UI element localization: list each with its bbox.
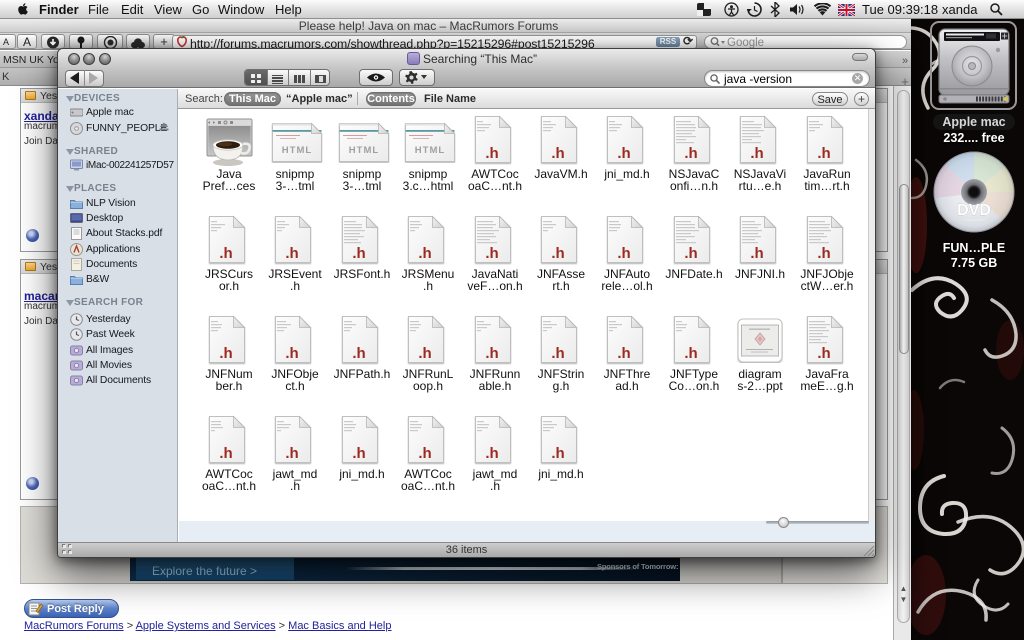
svg-text:.h: .h [817,145,830,162]
svg-text:.h: .h [617,245,630,262]
svg-text:.h: .h [418,345,431,362]
svg-text:.h: .h [617,145,630,162]
svg-text:.h: .h [485,245,498,262]
svg-text:.h: .h [551,145,564,162]
svg-text:.h: .h [219,345,232,362]
svg-text:.h: .h [684,145,697,162]
svg-text:.h: .h [285,345,298,362]
svg-text:HTML: HTML [282,145,312,156]
svg-text:.h: .h [817,245,830,262]
svg-text:.h: .h [485,445,498,462]
svg-text:DVD: DVD [957,202,991,219]
svg-text:.h: .h [617,345,630,362]
svg-text:.h: .h [285,245,298,262]
svg-text:.h: .h [750,245,763,262]
svg-text:HTML: HTML [415,145,445,156]
svg-text:HTML: HTML [349,145,379,156]
svg-text:.h: .h [551,245,564,262]
svg-text:.h: .h [551,345,564,362]
svg-text:.h: .h [684,345,697,362]
svg-text:.h: .h [418,445,431,462]
svg-text:.h: .h [285,445,298,462]
svg-text:.h: .h [485,145,498,162]
svg-text:.h: .h [418,245,431,262]
svg-text:.h: .h [551,445,564,462]
svg-text:.h: .h [352,345,365,362]
svg-text:.h: .h [485,345,498,362]
svg-text:.h: .h [750,145,763,162]
svg-text:.h: .h [219,445,232,462]
svg-text:.h: .h [817,345,830,362]
svg-text:.h: .h [684,245,697,262]
svg-text:.h: .h [219,245,232,262]
svg-text:.h: .h [352,445,365,462]
svg-text:.h: .h [352,245,365,262]
